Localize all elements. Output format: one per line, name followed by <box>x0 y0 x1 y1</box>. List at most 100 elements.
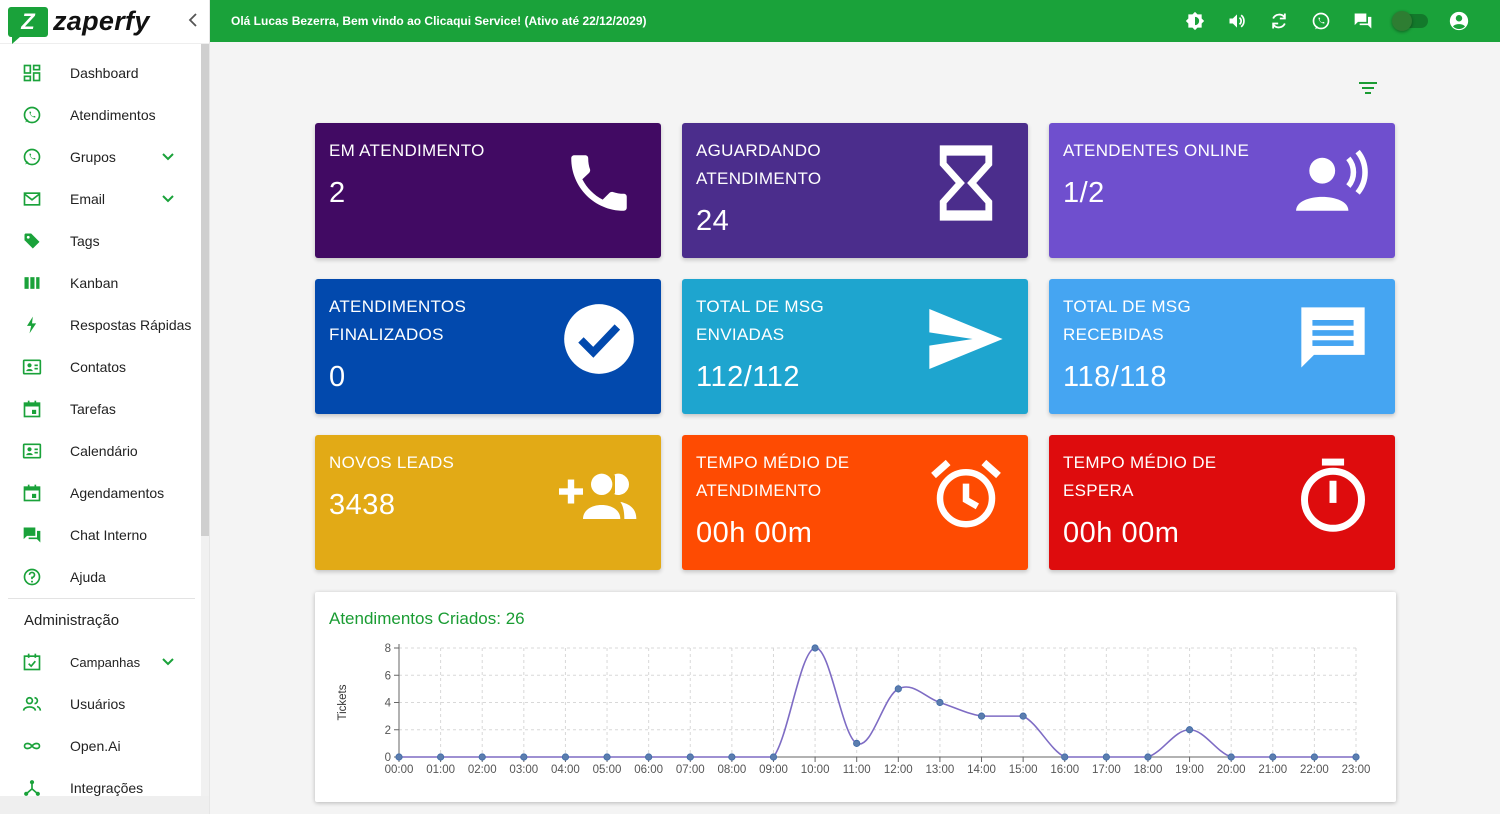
stat-card-total-de-msg-enviadas: TOTAL DE MSG ENVIADAS 112/112 <box>682 279 1028 414</box>
account-button[interactable] <box>1448 10 1470 32</box>
chat-icon <box>20 523 44 547</box>
stat-card-tempo-medio-de-atendimento: TEMPO MÉDIO DE ATENDIMENTO 00h 00m <box>682 435 1028 570</box>
x-tick-label: 08:00 <box>717 764 746 776</box>
x-tick-label: 22:00 <box>1300 764 1329 776</box>
admin-menu: Campanhas Usuários Open.Ai Integrações <box>0 641 209 809</box>
message-icon <box>1293 299 1373 379</box>
sidebar-item-label: Contatos <box>70 359 127 375</box>
sidebar-item-usuarios[interactable]: Usuários <box>0 683 209 725</box>
sidebar-item-tarefas[interactable]: Tarefas <box>0 388 209 430</box>
main-menu: Dashboard Atendimentos Grupos Email Tags Kanb… <box>0 52 209 598</box>
x-tick-label: 06:00 <box>634 764 663 776</box>
theme-toggle[interactable] <box>1392 11 1428 31</box>
whatsapp-icon <box>1312 12 1330 30</box>
sidebar-item-calendario[interactable]: Calendário <box>0 430 209 472</box>
data-point <box>811 644 819 652</box>
data-point <box>1102 753 1110 761</box>
sidebar-item-open-ai[interactable]: Open.Ai <box>0 725 209 767</box>
chat-button[interactable] <box>1352 10 1374 32</box>
data-point <box>936 698 944 707</box>
data-point <box>1061 753 1069 761</box>
x-tick-label: 09:00 <box>759 764 788 776</box>
x-tick-label: 16:00 <box>1050 764 1079 776</box>
whatsapp-button[interactable] <box>1310 10 1332 32</box>
sidebar-scrollbar-track <box>201 536 209 814</box>
sidebar-item-atendimentos[interactable]: Atendimentos <box>0 94 209 136</box>
sidebar-item-label: Usuários <box>70 696 126 712</box>
filter-button[interactable] <box>1356 76 1380 100</box>
brightness-icon <box>1185 11 1205 31</box>
whatsapp-icon <box>20 103 44 127</box>
sidebar-item-label: Atendimentos <box>70 107 156 123</box>
brightness-button[interactable] <box>1184 10 1206 32</box>
refresh-icon <box>1272 13 1286 29</box>
stat-card-title: ATENDENTES ONLINE <box>1063 141 1250 160</box>
volume-button[interactable] <box>1226 10 1248 32</box>
series-line <box>399 647 1356 758</box>
x-tick-label: 14:00 <box>967 764 996 776</box>
logo-mark: Z <box>8 6 48 44</box>
data-point <box>853 739 861 747</box>
data-point <box>1310 753 1318 761</box>
refresh-button[interactable] <box>1268 10 1290 32</box>
y-tick-label: 4 <box>385 698 392 710</box>
sidebar: Z zaperfy Dashboard Atendimentos Grupos Ema… <box>0 0 210 814</box>
x-tick-label: 19:00 <box>1175 764 1204 776</box>
sidebar-item-ajuda[interactable]: Ajuda <box>0 556 209 598</box>
x-tick-label: 15:00 <box>1009 764 1038 776</box>
data-point <box>977 712 986 720</box>
alarm-icon <box>926 455 1006 535</box>
sidebar-item-contatos[interactable]: Contatos <box>0 346 209 388</box>
data-point <box>520 753 528 761</box>
sidebar-scrollbar[interactable] <box>201 44 209 536</box>
sidebar-item-chat-interno[interactable]: Chat Interno <box>0 514 209 556</box>
sidebar-item-kanban[interactable]: Kanban <box>0 262 209 304</box>
sidebar-item-label: Tags <box>70 233 100 249</box>
stat-card-title: EM ATENDIMENTO <box>329 141 485 160</box>
sidebar-item-tags[interactable]: Tags <box>0 220 209 262</box>
x-tick-label: 01:00 <box>426 764 455 776</box>
calendar-icon <box>20 481 44 505</box>
logo-row: Z zaperfy <box>0 0 209 44</box>
sidebar-item-label: Tarefas <box>70 401 116 417</box>
data-point <box>645 753 653 761</box>
data-point <box>1144 753 1152 761</box>
sidebar-item-label: Calendário <box>70 443 138 459</box>
sidebar-item-respostas-rapidas[interactable]: Respostas Rápidas <box>0 304 209 346</box>
speaking-person-icon <box>1293 143 1373 223</box>
stat-card-title: TOTAL DE MSG RECEBIDAS <box>1063 297 1191 344</box>
sidebar-item-label: Campanhas <box>70 654 141 670</box>
sidebar-item-email[interactable]: Email <box>0 178 209 220</box>
x-tick-label: 23:00 <box>1342 764 1371 776</box>
logo-text: zaperfy <box>53 6 150 36</box>
welcome-message: Olá Lucas Bezerra, Bem vindo ao Clicaqui… <box>231 14 647 28</box>
sidebar-item-dashboard[interactable]: Dashboard <box>0 52 209 94</box>
x-tick-label: 00:00 <box>385 764 414 776</box>
data-point <box>478 753 486 761</box>
check-circle-icon <box>559 299 639 379</box>
account-circle-icon <box>1449 11 1469 31</box>
bolt-icon <box>20 313 44 337</box>
x-tick-label: 17:00 <box>1092 764 1121 776</box>
chevron-down-icon[interactable] <box>162 653 174 671</box>
collapse-sidebar-button[interactable] <box>187 12 199 33</box>
x-tick-label: 21:00 <box>1258 764 1287 776</box>
sidebar-item-label: Dashboard <box>70 65 139 81</box>
toggle-knob <box>1392 11 1412 31</box>
x-tick-label: 02:00 <box>468 764 497 776</box>
chevron-down-icon[interactable] <box>162 148 174 166</box>
sidebar-item-campanhas[interactable]: Campanhas <box>0 641 209 683</box>
data-point <box>1227 753 1235 761</box>
data-point <box>686 753 694 761</box>
sidebar-item-agendamentos[interactable]: Agendamentos <box>0 472 209 514</box>
hourglass-icon <box>926 143 1006 223</box>
chevron-down-icon[interactable] <box>162 190 174 208</box>
tickets-chart-card: Atendimentos Criados: 26 0 2 4 6 8 00:00 01:00… <box>315 592 1396 802</box>
chevron-left-icon <box>188 13 197 27</box>
sidebar-item-grupos[interactable]: Grupos <box>0 136 209 178</box>
top-bar-actions <box>1164 10 1470 32</box>
campaign-icon <box>20 650 44 674</box>
add-group-icon <box>559 455 639 535</box>
sidebar-item-label: Open.Ai <box>70 738 121 754</box>
data-point <box>603 753 611 761</box>
